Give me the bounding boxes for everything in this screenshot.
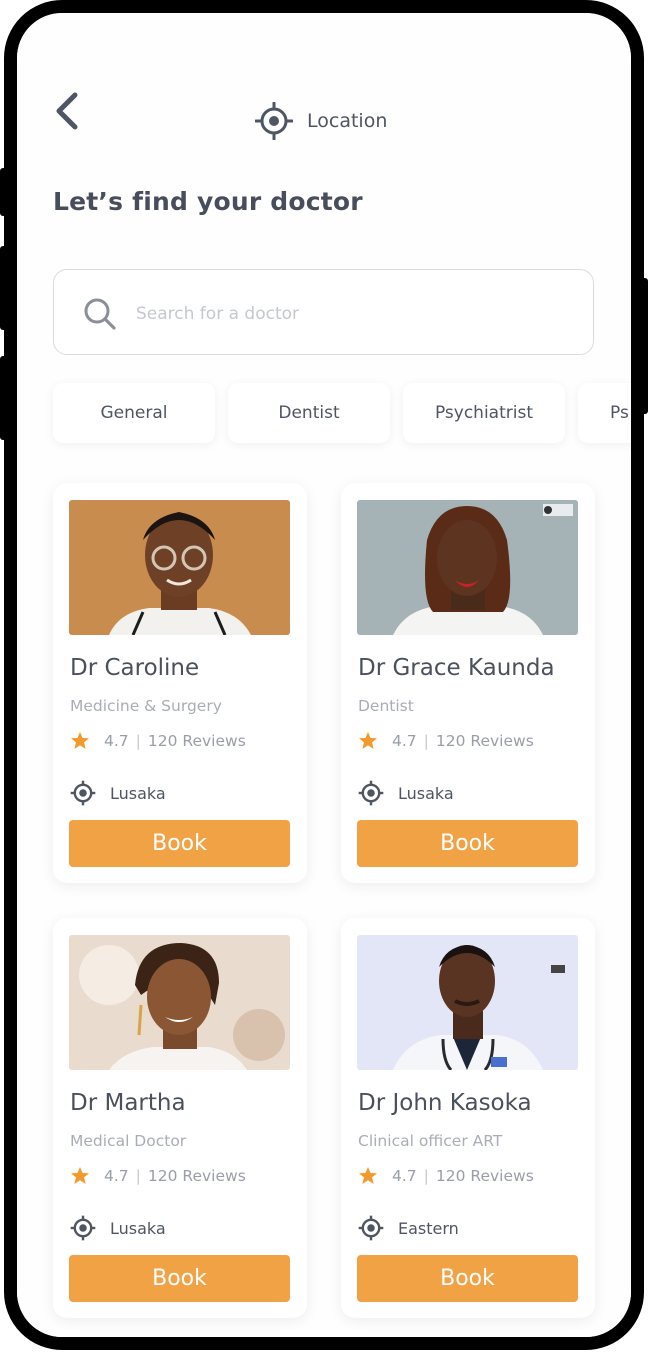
category-chip-dentist[interactable]: Dentist xyxy=(228,383,390,443)
review-count: 120 Reviews xyxy=(435,732,534,750)
doctor-photo xyxy=(69,500,290,635)
doctor-rating: 4.7 | 120 Reviews xyxy=(358,731,534,751)
doctor-specialty: Clinical officer ART xyxy=(358,1132,503,1150)
book-button[interactable]: Book xyxy=(357,820,578,867)
rating-value: 4.7 xyxy=(392,1167,417,1185)
doctor-location: Lusaka xyxy=(358,780,454,806)
rating-divider: | xyxy=(423,1167,429,1185)
book-button[interactable]: Book xyxy=(69,1255,290,1302)
doctor-specialty: Dentist xyxy=(358,697,414,715)
crosshair-location-icon xyxy=(70,1215,96,1241)
doctor-photo xyxy=(357,935,578,1070)
doctor-card[interactable]: Dr Grace Kaunda Dentist 4.7 | 120 Review… xyxy=(341,483,595,883)
rating-value: 4.7 xyxy=(392,732,417,750)
location-name: Lusaka xyxy=(110,1218,166,1238)
location-name: Lusaka xyxy=(398,783,454,803)
page-title: Let’s find your doctor xyxy=(53,187,363,216)
crosshair-location-icon xyxy=(70,780,96,806)
doctor-name: Dr John Kasoka xyxy=(358,1090,532,1116)
rating-divider: | xyxy=(135,1167,141,1185)
book-button[interactable]: Book xyxy=(357,1255,578,1302)
rating-value: 4.7 xyxy=(104,1167,129,1185)
doctor-location: Lusaka xyxy=(70,1215,166,1241)
location-name: Eastern xyxy=(398,1218,459,1238)
doctor-photo xyxy=(69,935,290,1070)
doctor-name: Dr Grace Kaunda xyxy=(358,655,555,681)
search-input[interactable] xyxy=(134,296,558,332)
doctor-photo xyxy=(357,500,578,635)
doctor-location: Lusaka xyxy=(70,780,166,806)
location-label: Location xyxy=(307,110,388,132)
phone-frame: Location Let’s find your doctor General … xyxy=(4,0,644,1350)
crosshair-location-icon xyxy=(358,1215,384,1241)
review-count: 120 Reviews xyxy=(147,1167,246,1185)
rating-value: 4.7 xyxy=(104,732,129,750)
book-button[interactable]: Book xyxy=(69,820,290,867)
rating-divider: | xyxy=(423,732,429,750)
category-chip-partial[interactable]: Ps xyxy=(578,383,631,443)
doctor-card[interactable]: Dr John Kasoka Clinical officer ART 4.7 … xyxy=(341,918,595,1318)
screen: Location Let’s find your doctor General … xyxy=(17,13,631,1337)
doctor-card[interactable]: Dr Caroline Medicine & Surgery 4.7 | 120… xyxy=(53,483,307,883)
doctor-specialty: Medical Doctor xyxy=(70,1132,187,1150)
category-chips: General Dentist Psychiatrist Ps xyxy=(53,383,631,443)
category-chip-psychiatrist[interactable]: Psychiatrist xyxy=(403,383,565,443)
doctor-rating: 4.7 | 120 Reviews xyxy=(70,1166,246,1186)
star-icon xyxy=(359,732,377,749)
search-icon xyxy=(84,298,116,330)
location-selector[interactable]: Location xyxy=(255,101,387,141)
doctor-specialty: Medicine & Surgery xyxy=(70,697,222,715)
location-name: Lusaka xyxy=(110,783,166,803)
doctor-location: Eastern xyxy=(358,1215,459,1241)
star-icon xyxy=(359,1167,377,1184)
search-box xyxy=(53,269,594,355)
crosshair-location-icon xyxy=(255,102,293,140)
doctor-rating: 4.7 | 120 Reviews xyxy=(358,1166,534,1186)
category-chip-general[interactable]: General xyxy=(53,383,215,443)
doctor-name: Dr Caroline xyxy=(70,655,200,681)
back-button[interactable] xyxy=(51,91,85,131)
rating-divider: | xyxy=(135,732,141,750)
top-bar: Location xyxy=(17,13,631,140)
doctor-rating: 4.7 | 120 Reviews xyxy=(70,731,246,751)
doctor-name: Dr Martha xyxy=(70,1090,186,1116)
star-icon xyxy=(71,732,89,749)
star-icon xyxy=(71,1167,89,1184)
review-count: 120 Reviews xyxy=(147,732,246,750)
doctor-card[interactable]: Dr Martha Medical Doctor 4.7 | 120 Revie… xyxy=(53,918,307,1318)
crosshair-location-icon xyxy=(358,780,384,806)
review-count: 120 Reviews xyxy=(435,1167,534,1185)
chevron-left-icon xyxy=(56,92,78,130)
